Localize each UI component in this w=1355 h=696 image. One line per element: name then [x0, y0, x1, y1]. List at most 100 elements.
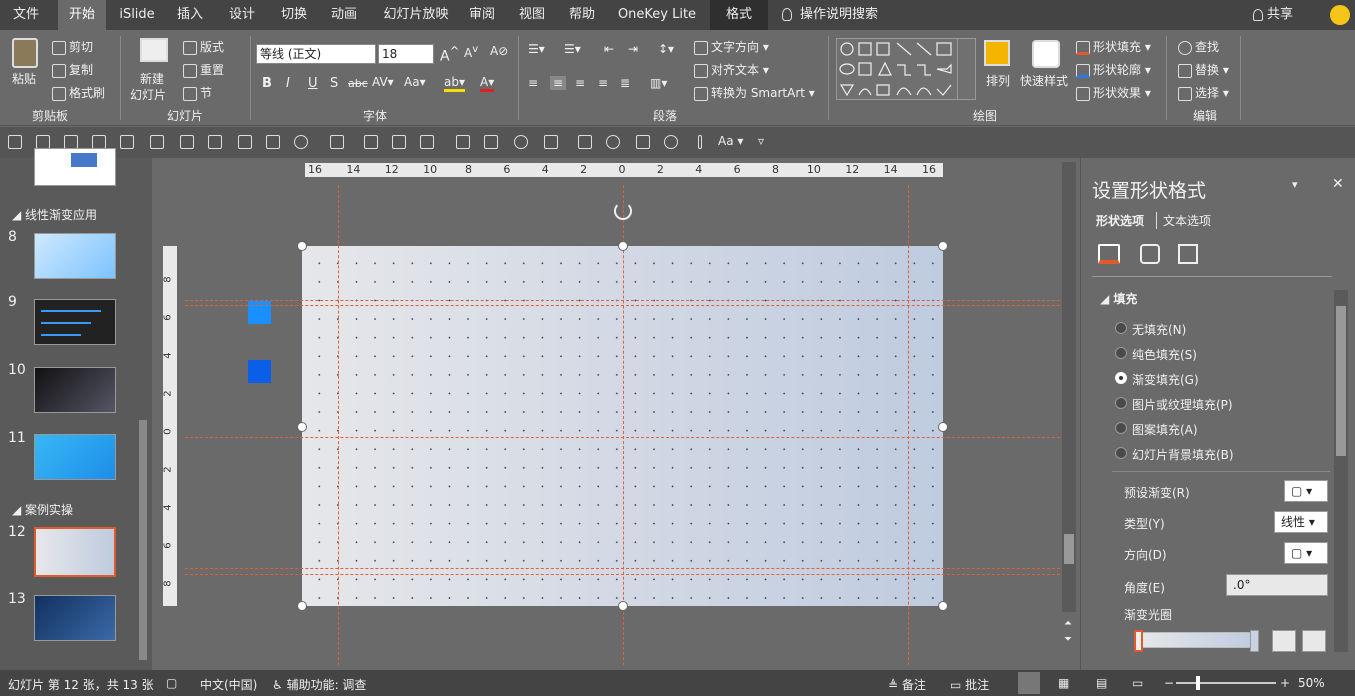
notes-button[interactable]: ≜ 备注 [888, 676, 926, 693]
align-left-button[interactable]: ≡ [528, 76, 538, 90]
qat-tool-17-icon[interactable] [544, 135, 558, 149]
section-linear-gradient[interactable]: ◢ 线性渐变应用 [12, 206, 97, 223]
select-button[interactable]: 选择 ▾ [1178, 84, 1229, 101]
resize-handle-bl[interactable] [297, 601, 307, 611]
qat-tool-1-icon[interactable] [36, 135, 50, 149]
spellcheck-icon[interactable]: ▢ [166, 676, 177, 690]
gradient-stops-bar[interactable] [1138, 632, 1258, 648]
radio-background-fill[interactable] [1115, 447, 1127, 459]
section-case-practice[interactable]: ◢ 案例实操 [12, 501, 73, 518]
font-color-button[interactable]: A▾ [480, 75, 495, 92]
qat-tool-4-icon[interactable] [120, 135, 134, 149]
qat-tool-6-icon[interactable] [180, 135, 194, 149]
pane-scroll-thumb[interactable] [1336, 306, 1346, 456]
thumbnail-12-selected[interactable] [34, 527, 116, 577]
angle-input[interactable]: .0° [1226, 574, 1328, 596]
qat-case-icon[interactable]: Aa ▾ [718, 134, 743, 148]
qat-tool-5-icon[interactable] [150, 135, 164, 149]
account-avatar[interactable] [1330, 5, 1350, 25]
qat-tool-12-icon[interactable] [364, 135, 378, 149]
qat-tool-8-icon[interactable] [238, 135, 252, 149]
arrange-icon[interactable] [984, 40, 1010, 66]
cut-button[interactable]: 剪切 [52, 38, 93, 55]
resize-handle-tl[interactable] [297, 241, 307, 251]
tab-text-options[interactable]: 文本选项 [1156, 212, 1211, 229]
canvas-scroll-thumb[interactable] [1064, 534, 1074, 564]
italic-button[interactable]: I [286, 76, 290, 91]
align-text-button[interactable]: 对齐文本 ▾ [694, 61, 769, 78]
shadow-button[interactable]: S [330, 76, 338, 91]
prev-slide-icon[interactable]: ⏶ [1064, 618, 1072, 629]
gradient-stop-right[interactable] [1250, 630, 1259, 652]
gradient-stop-left[interactable] [1134, 630, 1143, 652]
quick-styles-icon[interactable] [1032, 40, 1060, 68]
tab-home[interactable]: 开始 [58, 0, 106, 30]
tab-onekey[interactable]: OneKey Lite [614, 0, 700, 30]
change-case-button[interactable]: Aa▾ [404, 75, 426, 89]
grow-font-button[interactable]: A^ [440, 44, 459, 65]
bullets-button[interactable]: ☰▾ [528, 42, 545, 56]
resize-handle-tr[interactable] [938, 241, 948, 251]
bold-button[interactable]: B [262, 76, 272, 91]
clear-format-icon[interactable]: A⊘ [490, 44, 508, 58]
gradient-type-dropdown[interactable]: 线性 ▾ [1274, 511, 1328, 533]
zoom-level[interactable]: 50% [1298, 676, 1325, 690]
comments-button[interactable]: ▭ 批注 [950, 676, 989, 693]
share-button[interactable]: 共享 [1248, 0, 1298, 30]
line-spacing-button[interactable]: ↕▾ [658, 42, 674, 56]
tab-review[interactable]: 审阅 [462, 0, 502, 30]
radio-pattern-fill[interactable] [1115, 422, 1127, 434]
reading-view-icon[interactable]: ▤ [1096, 676, 1107, 690]
highlight-button[interactable]: ab▾ [444, 75, 465, 92]
find-button[interactable]: 查找 [1178, 38, 1219, 55]
paste-button[interactable]: 粘贴 [12, 70, 36, 87]
thumbnail-13[interactable] [34, 595, 116, 641]
qat-tool-9-icon[interactable] [266, 135, 280, 149]
pane-scrollbar[interactable] [1334, 290, 1348, 652]
qat-customize-icon[interactable]: ▿ [758, 134, 764, 148]
resize-handle-b[interactable] [618, 601, 628, 611]
align-right-button[interactable]: ≡ [575, 76, 585, 90]
section-button[interactable]: 节 [183, 84, 212, 101]
resize-handle-br[interactable] [938, 601, 948, 611]
distribute-button[interactable]: ≣ [620, 76, 630, 90]
qat-tool-7-icon[interactable] [208, 135, 222, 149]
label-no-fill[interactable]: 无填充(N) [1132, 321, 1186, 338]
pentagon-icon[interactable] [1140, 244, 1160, 264]
shape-effects-button[interactable]: 形状效果 ▾ [1076, 84, 1151, 101]
numbering-button[interactable]: ☰▾ [564, 42, 581, 56]
zoom-out-icon[interactable]: − [1164, 676, 1174, 690]
next-slide-icon[interactable]: ⏷ [1064, 634, 1072, 645]
qat-tool-10-icon[interactable] [294, 135, 308, 149]
underline-button[interactable]: U [308, 76, 318, 91]
tab-transitions[interactable]: 切换 [272, 0, 316, 30]
qat-tool-13-icon[interactable] [392, 135, 406, 149]
resize-handle-t[interactable] [618, 241, 628, 251]
thumbnail-7[interactable] [34, 148, 116, 186]
qat-tool-3-icon[interactable] [92, 135, 106, 149]
zoom-in-icon[interactable]: + [1280, 676, 1290, 690]
tab-help[interactable]: 帮助 [562, 0, 602, 30]
radio-gradient-fill[interactable] [1115, 372, 1127, 384]
qat-line-icon[interactable] [698, 135, 702, 149]
shrink-font-button[interactable]: Av [464, 44, 478, 60]
columns-button[interactable]: ▥▾ [650, 76, 667, 90]
new-slide-icon[interactable] [140, 38, 168, 62]
guide-horizontal-4[interactable] [185, 574, 1060, 575]
guide-horizontal-1[interactable] [185, 300, 1060, 301]
label-gradient-fill[interactable]: 渐变填充(G) [1132, 371, 1199, 388]
guide-horizontal-center[interactable] [185, 437, 1060, 438]
search-box[interactable]: 操作说明搜索 [782, 0, 892, 30]
smartart-button[interactable]: 转换为 SmartArt ▾ [694, 84, 815, 101]
copy-button[interactable]: 复制 [52, 61, 93, 78]
guide-vertical-center[interactable] [623, 185, 624, 665]
thumbnail-11[interactable] [34, 434, 116, 480]
save-icon[interactable] [8, 135, 22, 149]
align-center-button[interactable]: ≡ [550, 76, 567, 90]
qat-tool-2-icon[interactable] [64, 135, 78, 149]
guide-horizontal-3[interactable] [185, 568, 1060, 569]
tab-view[interactable]: 视图 [512, 0, 552, 30]
label-pattern-fill[interactable]: 图案填充(A) [1132, 421, 1198, 438]
slideshow-icon[interactable]: ▭ [1132, 676, 1143, 690]
strike-button[interactable]: abc [348, 77, 368, 90]
